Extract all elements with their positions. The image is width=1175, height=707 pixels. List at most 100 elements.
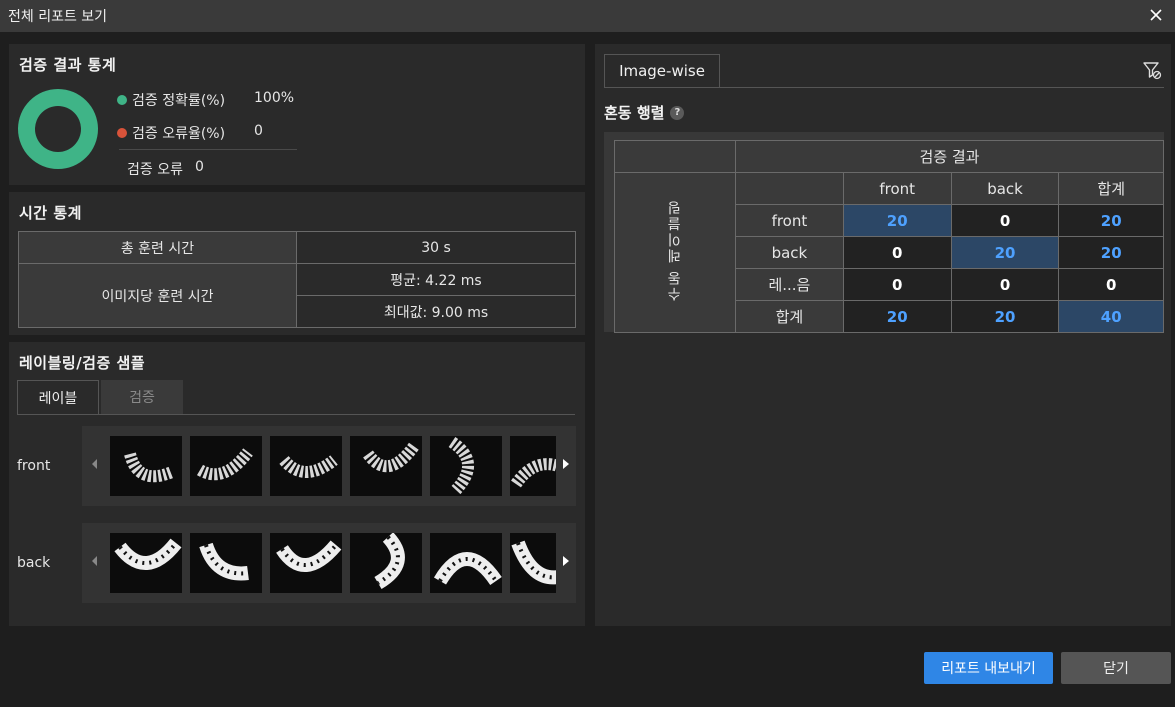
- error-rate-dot: [117, 128, 127, 138]
- divider: [119, 149, 297, 150]
- validation-stats-title: 검증 결과 통계: [19, 56, 117, 74]
- scroll-left-icon[interactable]: [92, 459, 97, 469]
- matrix-cell[interactable]: 20: [1058, 204, 1164, 237]
- tab-image-wise[interactable]: Image-wise: [604, 54, 720, 87]
- confusion-matrix-title: 혼동 행렬 ?: [604, 102, 685, 123]
- error-rate-value: 0: [254, 123, 263, 139]
- accuracy-donut-chart: [18, 89, 98, 169]
- sample-thumbnail[interactable]: [270, 436, 342, 496]
- sample-image: [199, 542, 249, 581]
- time-stats-title: 시간 통계: [19, 204, 82, 222]
- per-image-time-label: 이미지당 훈련 시간: [18, 263, 297, 328]
- matrix-cell[interactable]: 0: [842, 236, 952, 269]
- tab-label[interactable]: 레이블: [17, 380, 99, 414]
- export-report-button[interactable]: 리포트 내보내기: [924, 652, 1053, 684]
- matrix-cell[interactable]: 20: [950, 300, 1060, 333]
- thumbnail-list-front: [110, 436, 556, 496]
- scroll-left-icon[interactable]: [92, 556, 97, 566]
- sample-thumbnail[interactable]: [190, 436, 262, 496]
- corner-cell: [614, 140, 736, 173]
- sample-thumbnail[interactable]: [270, 533, 342, 593]
- sample-image: [511, 458, 556, 488]
- sample-thumbnail[interactable]: [510, 436, 556, 496]
- close-icon[interactable]: [1147, 6, 1165, 24]
- time-stats-table: 총 훈련 시간 30 s 이미지당 훈련 시간 평균: 4.22 ms 최대값:…: [18, 231, 576, 328]
- accuracy-label: 검증 정확률(%): [132, 93, 226, 109]
- sample-thumbnail[interactable]: [350, 436, 422, 496]
- max-time-value: 최대값: 9.00 ms: [296, 295, 576, 328]
- total-time-label: 총 훈련 시간: [18, 231, 297, 264]
- sample-thumbnail[interactable]: [430, 436, 502, 496]
- matrix-cell[interactable]: 0: [950, 204, 1060, 237]
- confusion-matrix-title-text: 혼동 행렬: [604, 104, 665, 122]
- error-count-value: 0: [194, 159, 204, 175]
- column-header: 합계: [1058, 172, 1164, 205]
- filter-icon[interactable]: [1141, 59, 1163, 81]
- validation-stats-panel: 검증 결과 통계 검증 정확률(%) 100% 검증 오류율(%) 0 검증 오…: [9, 44, 585, 185]
- error-count-row: 검증 오류 0: [127, 159, 204, 179]
- matrix-cell[interactable]: 20: [950, 236, 1060, 269]
- thumbnail-list-back: [110, 533, 556, 593]
- tab-validation[interactable]: 검증: [101, 380, 183, 414]
- sample-thumbnail[interactable]: [350, 533, 422, 593]
- help-icon[interactable]: ?: [670, 105, 685, 120]
- row-header: back: [735, 236, 844, 269]
- sample-image: [511, 540, 556, 585]
- sample-thumbnail[interactable]: [510, 533, 556, 593]
- confusion-matrix-table: 검증 결과 수동 레이블링 front back 합계 front 20 0 2…: [614, 140, 1164, 333]
- accuracy-value: 100%: [254, 90, 295, 106]
- column-header: front: [842, 172, 952, 205]
- row-header: 합계: [735, 300, 844, 333]
- scroll-right-icon[interactable]: [563, 556, 569, 566]
- matrix-cell[interactable]: 20: [842, 204, 952, 237]
- sample-thumbnail[interactable]: [190, 533, 262, 593]
- samples-panel: 레이블링/검증 샘플 레이블 검증 front back: [9, 342, 585, 626]
- sample-image: [124, 452, 175, 483]
- sample-image: [374, 533, 405, 590]
- confusion-matrix-container: 검증 결과 수동 레이블링 front back 합계 front 20 0 2…: [604, 132, 1164, 333]
- sample-thumbnail[interactable]: [430, 533, 502, 593]
- matrix-cell[interactable]: 20: [1058, 236, 1164, 269]
- header-manual-labeling: 수동 레이블링: [614, 172, 736, 333]
- window-title: 전체 리포트 보기: [8, 9, 108, 25]
- samples-tabs: 레이블 검증: [17, 380, 183, 414]
- accuracy-legend: 검증 정확률(%): [117, 90, 225, 110]
- column-header: back: [950, 172, 1060, 205]
- header-validation-result: 검증 결과: [735, 140, 1164, 173]
- matrix-cell[interactable]: 0: [1058, 268, 1164, 301]
- sample-row-label-front: front: [17, 458, 51, 474]
- sample-image: [363, 442, 419, 473]
- sample-image: [279, 455, 338, 478]
- avg-time-value: 평균: 4.22 ms: [296, 263, 576, 296]
- matrix-cell[interactable]: 40: [1058, 300, 1164, 333]
- sample-image: [448, 437, 475, 495]
- row-header: front: [735, 204, 844, 237]
- sample-image: [276, 540, 342, 572]
- time-stats-panel: 시간 통계 총 훈련 시간 30 s 이미지당 훈련 시간 평균: 4.22 m…: [9, 192, 585, 335]
- error-rate-label: 검증 오류율(%): [132, 126, 226, 142]
- tab-underline: [17, 414, 575, 415]
- accuracy-dot: [117, 95, 127, 105]
- sample-image: [433, 552, 502, 586]
- tab-underline: [604, 87, 1164, 88]
- scroll-right-icon[interactable]: [563, 459, 569, 469]
- blank-header-cell: [735, 172, 844, 205]
- sample-image: [196, 448, 253, 481]
- error-rate-legend: 검증 오류율(%): [117, 123, 225, 143]
- title-bar: 전체 리포트 보기: [0, 0, 1175, 32]
- total-time-value: 30 s: [296, 231, 576, 264]
- confusion-matrix-panel: Image-wise 혼동 행렬 ? 검증 결과 수동 레이블링 front b…: [595, 44, 1171, 626]
- sample-thumbnail[interactable]: [110, 436, 182, 496]
- matrix-cell[interactable]: 20: [842, 300, 952, 333]
- matrix-cell[interactable]: 0: [950, 268, 1060, 301]
- close-button[interactable]: 닫기: [1061, 652, 1171, 684]
- matrix-cell[interactable]: 0: [842, 268, 952, 301]
- samples-title: 레이블링/검증 샘플: [19, 354, 146, 372]
- sample-image: [114, 538, 182, 570]
- sample-row-label-back: back: [17, 555, 51, 571]
- sample-strip-back: [82, 523, 576, 603]
- sample-strip-front: [82, 426, 576, 506]
- header-manual-labeling-text: 수동 레이블링: [667, 199, 683, 302]
- row-header: 레...음: [735, 268, 844, 301]
- sample-thumbnail[interactable]: [110, 533, 182, 593]
